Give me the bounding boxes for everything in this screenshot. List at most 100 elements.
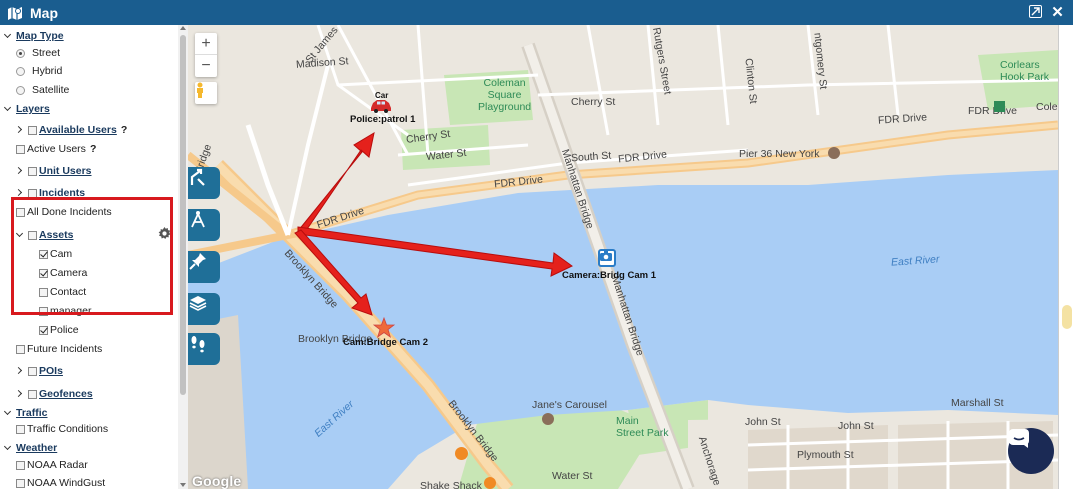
help-icon[interactable]: ? bbox=[90, 143, 96, 155]
pin-tool-button[interactable] bbox=[188, 251, 220, 283]
unit-users-label: Unit Users bbox=[39, 165, 92, 177]
measure-tool-button[interactable] bbox=[188, 209, 220, 241]
layers-heading: Layers bbox=[16, 103, 50, 115]
chevron-right-icon[interactable] bbox=[16, 367, 24, 375]
chevron-down-icon bbox=[4, 409, 12, 417]
map-label-marshall: Marshall St bbox=[951, 397, 1004, 409]
traffic-header[interactable]: Traffic bbox=[4, 405, 48, 421]
satellite-label: Satellite bbox=[32, 84, 70, 96]
traffic-conditions-checkbox[interactable] bbox=[16, 424, 25, 434]
map-type-satellite[interactable]: Satellite bbox=[16, 82, 69, 98]
map-label-john-st-2: John St bbox=[838, 420, 874, 432]
map-label-corlears: Corlears Hook Park bbox=[1000, 59, 1050, 83]
weather-header[interactable]: Weather bbox=[4, 440, 57, 456]
directions-icon bbox=[190, 168, 205, 186]
unit-users-checkbox[interactable] bbox=[28, 166, 37, 176]
right-panel-edge bbox=[1058, 25, 1073, 489]
footprints-tool-button[interactable] bbox=[188, 333, 220, 365]
noaa-radar-label: NOAA Radar bbox=[27, 459, 88, 471]
chat-icon bbox=[1009, 429, 1029, 448]
map-label-cole: Cole bbox=[1036, 101, 1058, 113]
chevron-down-icon bbox=[4, 444, 12, 452]
map-type-heading: Map Type bbox=[16, 30, 64, 42]
map-type-header[interactable]: Map Type bbox=[4, 28, 64, 44]
future-incidents-row[interactable]: Future Incidents bbox=[16, 341, 102, 357]
geofences-row[interactable]: Geofences bbox=[16, 386, 93, 402]
layers-tool-button[interactable] bbox=[188, 293, 220, 325]
footprints-icon bbox=[191, 336, 205, 353]
chevron-down-icon bbox=[4, 32, 12, 40]
zoom-in-button[interactable]: + bbox=[195, 33, 217, 55]
map-type-street[interactable]: Street bbox=[16, 45, 60, 61]
chevron-right-icon[interactable] bbox=[16, 167, 24, 175]
scroll-up-icon[interactable] bbox=[180, 26, 186, 30]
cam-marker-label[interactable]: Cam:Bridge Cam 2 bbox=[343, 337, 428, 348]
help-icon[interactable]: ? bbox=[121, 124, 127, 136]
carousel-pin-icon[interactable] bbox=[542, 413, 554, 425]
satellite-radio[interactable] bbox=[16, 85, 25, 95]
map-label-plymouth: Plymouth St bbox=[797, 449, 854, 461]
map-label-john-st-1: John St bbox=[745, 416, 781, 428]
traffic-conditions-row[interactable]: Traffic Conditions bbox=[16, 421, 108, 437]
street-radio[interactable] bbox=[16, 48, 25, 58]
chevron-right-icon[interactable] bbox=[16, 390, 24, 398]
noaa-windgust-row[interactable]: NOAA WindGust bbox=[16, 475, 105, 489]
noaa-radar-row[interactable]: NOAA Radar bbox=[16, 457, 88, 473]
side-handle[interactable] bbox=[1062, 305, 1072, 329]
available-users-checkbox[interactable] bbox=[28, 125, 37, 135]
available-users-row[interactable]: Available Users ? bbox=[16, 122, 127, 138]
close-window-button[interactable]: ✕ bbox=[1050, 4, 1065, 21]
map-label-janes-carousel: Jane's Carousel bbox=[532, 399, 607, 411]
chevron-right-icon[interactable] bbox=[16, 126, 24, 134]
window-titlebar: Map ✕ bbox=[0, 0, 1073, 25]
map-label-pier36: Pier 36 New York bbox=[739, 148, 820, 160]
map-canvas[interactable]: Madison St St James Coleman Square Playg… bbox=[188, 25, 1058, 489]
camera-marker-label[interactable]: Camera:Bridg Cam 1 bbox=[562, 270, 656, 281]
assets-highlight-box bbox=[11, 197, 173, 315]
chat-widget-button[interactable] bbox=[1008, 428, 1054, 474]
camera-icon[interactable] bbox=[598, 249, 616, 267]
active-users-checkbox[interactable] bbox=[16, 144, 25, 154]
geofences-label: Geofences bbox=[39, 388, 93, 400]
active-users-row[interactable]: Active Users ? bbox=[16, 141, 96, 157]
landmark-pin-icon[interactable] bbox=[828, 147, 840, 159]
map-label-shake-shack: Shake Shack bbox=[420, 480, 482, 489]
active-users-label: Active Users bbox=[27, 143, 86, 155]
pegman-icon[interactable] bbox=[195, 82, 217, 104]
route-tool-button[interactable] bbox=[188, 167, 220, 199]
layers-header[interactable]: Layers bbox=[4, 101, 50, 117]
police-car-icon[interactable] bbox=[369, 99, 393, 113]
map-label-coleman: Coleman Square Playground bbox=[478, 77, 532, 113]
patrol-marker-label[interactable]: Police:patrol 1 bbox=[350, 114, 415, 125]
police-checkbox[interactable] bbox=[39, 325, 48, 335]
map-logo-icon bbox=[7, 6, 23, 20]
pois-row[interactable]: POIs bbox=[16, 363, 63, 379]
noaa-windgust-checkbox[interactable] bbox=[16, 478, 25, 488]
scrollbar-thumb[interactable] bbox=[180, 35, 186, 395]
police-label: Police bbox=[50, 324, 79, 336]
scroll-down-icon[interactable] bbox=[180, 483, 186, 487]
pois-checkbox[interactable] bbox=[28, 366, 37, 376]
hybrid-radio[interactable] bbox=[16, 66, 25, 76]
compass-icon bbox=[191, 211, 205, 228]
noaa-radar-checkbox[interactable] bbox=[16, 460, 25, 470]
future-incidents-checkbox[interactable] bbox=[16, 344, 25, 354]
map-label-fdr-4: FDR Drive bbox=[968, 105, 1017, 117]
layers-icon bbox=[189, 296, 207, 311]
map-type-hybrid[interactable]: Hybrid bbox=[16, 63, 62, 79]
zoom-control: + − bbox=[195, 33, 217, 77]
chevron-down-icon bbox=[4, 105, 12, 113]
sidebar-scrollbar[interactable] bbox=[178, 25, 188, 489]
restore-window-button[interactable] bbox=[1029, 5, 1042, 18]
map-label-cherry-top: Cherry St bbox=[571, 96, 616, 108]
future-incidents-label: Future Incidents bbox=[27, 343, 103, 355]
window-title: Map bbox=[30, 4, 58, 21]
star-marker-icon[interactable] bbox=[373, 317, 395, 339]
asset-police-row[interactable]: Police bbox=[39, 322, 79, 338]
restaurant-pin-icon[interactable] bbox=[455, 447, 468, 460]
geofences-checkbox[interactable] bbox=[28, 389, 37, 399]
chevron-right-icon[interactable] bbox=[16, 189, 24, 197]
shake-shack-pin-icon[interactable] bbox=[484, 477, 496, 489]
zoom-out-button[interactable]: − bbox=[195, 55, 217, 77]
unit-users-row[interactable]: Unit Users bbox=[16, 163, 92, 179]
